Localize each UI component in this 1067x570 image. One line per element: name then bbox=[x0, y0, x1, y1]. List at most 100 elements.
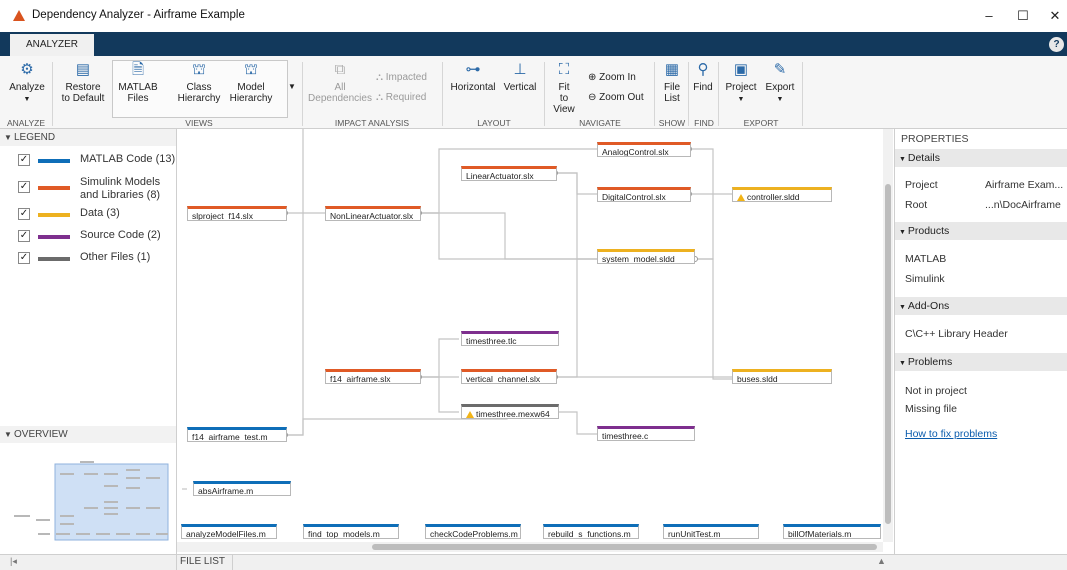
node-controller-sldd[interactable]: controller.sldd bbox=[732, 187, 832, 202]
views-dropdown-icon[interactable]: ▼ bbox=[288, 82, 296, 91]
tab-analyzer[interactable]: ANALYZER bbox=[10, 34, 94, 56]
products-section-header[interactable]: ▼ Products bbox=[895, 222, 1067, 240]
collapse-icon: ▼ bbox=[899, 304, 908, 311]
group-views: VIEWS bbox=[185, 118, 213, 128]
node-check-code-problems[interactable]: checkCodeProblems.m bbox=[425, 524, 521, 539]
legend-header[interactable]: ▼ LEGEND bbox=[0, 129, 176, 146]
node-find-top-models[interactable]: find_top_models.m bbox=[303, 524, 399, 539]
file-list-icon: ▦ bbox=[664, 61, 680, 78]
dependency-graph-canvas[interactable]: slproject_f14.slx NonLinearActuator.slx … bbox=[177, 129, 893, 554]
collapse-icon: ▼ bbox=[899, 156, 908, 163]
project-export-button[interactable]: ▣ Project ▼ bbox=[722, 62, 760, 105]
node-run-unit-test[interactable]: runUnitTest.m bbox=[663, 524, 759, 539]
root-key: Root bbox=[905, 199, 928, 211]
node-rebuild-s-functions[interactable]: rebuild_s_functions.m bbox=[543, 524, 639, 539]
horizontal-scrollbar[interactable] bbox=[177, 542, 883, 552]
problems-section-header[interactable]: ▼ Problems bbox=[895, 353, 1067, 371]
zoom-in-button[interactable]: ⊕ Zoom In bbox=[588, 72, 648, 83]
alldep-label-2: Dependencies bbox=[308, 93, 372, 104]
node-timesthree-c[interactable]: timesthree.c bbox=[597, 426, 695, 441]
vertical-label: Vertical bbox=[503, 82, 537, 93]
group-export: EXPORT bbox=[743, 118, 779, 128]
warning-icon bbox=[466, 411, 474, 418]
horizontal-label: Horizontal bbox=[450, 82, 496, 93]
vertical-scroll-thumb[interactable] bbox=[885, 184, 891, 524]
model-label-1: Model bbox=[237, 82, 265, 93]
analyze-button[interactable]: ⚙ Analyze ▼ bbox=[8, 62, 46, 105]
ribbon-tab-strip bbox=[0, 32, 1067, 56]
class-label-2: Hierarchy bbox=[177, 93, 221, 104]
project-value: Airframe Exam... bbox=[985, 179, 1064, 191]
bottom-bar: |◂ FILE LIST ▲ bbox=[0, 554, 1067, 570]
product-matlab: MATLAB bbox=[905, 253, 947, 265]
zoom-out-button[interactable]: ⊖ Zoom Out bbox=[588, 92, 650, 103]
filelist-label-1: File bbox=[663, 82, 681, 93]
checkbox-other[interactable]: ✓ bbox=[18, 252, 30, 264]
export-button[interactable]: ✎ Export ▼ bbox=[762, 62, 798, 105]
window-title: Dependency Analyzer - Airframe Example bbox=[32, 9, 245, 21]
vertical-layout-button[interactable]: ⊥ Vertical bbox=[500, 61, 540, 94]
node-analyze-model-files[interactable]: analyzeModelFiles.m bbox=[181, 524, 277, 539]
node-nonlinear-actuator[interactable]: NonLinearActuator.slx bbox=[325, 206, 421, 221]
collapse-icon: ▼ bbox=[899, 229, 908, 236]
vertical-layout-icon: ⊥ bbox=[513, 61, 527, 78]
warning-icon bbox=[737, 194, 745, 201]
checkbox-matlab[interactable]: ✓ bbox=[18, 154, 30, 166]
left-collapse-icon[interactable]: |◂ bbox=[10, 556, 17, 567]
fit-to-view-button[interactable]: ⛶ Fit to View bbox=[548, 62, 580, 116]
project-key: Project bbox=[905, 179, 938, 191]
required-button[interactable]: ⛬ Required bbox=[376, 92, 438, 103]
node-digital-control[interactable]: DigitalControl.slx bbox=[597, 187, 691, 202]
restore-label-2: to Default bbox=[61, 93, 105, 104]
overview-minimap[interactable] bbox=[0, 444, 176, 552]
node-buses-sldd[interactable]: buses.sldd bbox=[732, 369, 832, 384]
close-button[interactable]: ✕ bbox=[1038, 4, 1067, 28]
details-section-header[interactable]: ▼ Details bbox=[895, 149, 1067, 167]
all-dependencies-button[interactable]: ⧉ All Dependencies bbox=[308, 61, 372, 105]
collapse-icon: ▼ bbox=[899, 360, 908, 367]
expand-up-icon[interactable]: ▲ bbox=[877, 556, 886, 566]
all-dependencies-icon: ⧉ bbox=[334, 61, 346, 78]
how-to-fix-link[interactable]: How to fix problems bbox=[905, 428, 997, 440]
node-bill-of-materials[interactable]: billOfMaterials.m bbox=[783, 524, 881, 539]
collapse-icon: ▼ bbox=[4, 133, 12, 142]
node-slproject[interactable]: slproject_f14.slx bbox=[187, 206, 287, 221]
class-hierarchy-button[interactable]: ⛫ Class Hierarchy bbox=[176, 62, 222, 105]
vertical-scrollbar[interactable] bbox=[883, 129, 893, 542]
zoom-out-icon: ⊖ bbox=[588, 92, 600, 103]
node-f14-airframe-test[interactable]: f14_airframe_test.m bbox=[187, 427, 287, 442]
help-icon[interactable]: ? bbox=[1049, 37, 1064, 52]
file-list-tab[interactable]: FILE LIST bbox=[180, 556, 225, 567]
matlab-files-button[interactable]: 🗎 MATLAB Files bbox=[118, 62, 158, 105]
node-system-model[interactable]: system_model.sldd bbox=[597, 249, 695, 264]
group-show: SHOW bbox=[658, 118, 686, 128]
file-list-button[interactable]: ▦ File List bbox=[658, 61, 686, 105]
properties-panel: PROPERTIES ▼ Details Project Airframe Ex… bbox=[894, 129, 1067, 554]
impacted-button[interactable]: ⛬ Impacted bbox=[376, 72, 438, 83]
node-f14-airframe[interactable]: f14_airframe.slx bbox=[325, 369, 421, 384]
node-timesthree-mexw64[interactable]: timesthree.mexw64 bbox=[461, 404, 559, 419]
find-button[interactable]: ⚲ Find bbox=[690, 62, 716, 94]
addons-section-header[interactable]: ▼ Add-Ons bbox=[895, 297, 1067, 315]
minimize-button[interactable]: – bbox=[972, 4, 1006, 28]
node-timesthree-tlc[interactable]: timesthree.tlc bbox=[461, 331, 559, 346]
checkbox-source[interactable]: ✓ bbox=[18, 230, 30, 242]
fit-label-1: Fit bbox=[558, 82, 570, 93]
checkbox-simulink[interactable]: ✓ bbox=[18, 181, 30, 193]
horizontal-scroll-thumb[interactable] bbox=[372, 544, 877, 550]
horizontal-layout-button[interactable]: ⊶ Horizontal bbox=[448, 62, 498, 94]
node-vertical-channel[interactable]: vertical_channel.slx bbox=[461, 369, 557, 384]
node-abs-airframe[interactable]: absAirframe.m bbox=[193, 481, 291, 496]
overview-header[interactable]: ▼ OVERVIEW bbox=[0, 426, 176, 443]
analyze-label: Analyze bbox=[9, 82, 45, 93]
model-hierarchy-button[interactable]: ⛫ Model Hierarchy bbox=[228, 62, 274, 105]
checkbox-data[interactable]: ✓ bbox=[18, 208, 30, 220]
restore-label-1: Restore bbox=[65, 82, 101, 93]
product-simulink: Simulink bbox=[905, 273, 945, 285]
restore-to-default-button[interactable]: ▤ Restore to Default bbox=[58, 62, 108, 105]
swatch-data bbox=[38, 213, 70, 217]
maximize-button[interactable]: ☐ bbox=[1006, 4, 1040, 28]
class-label-1: Class bbox=[186, 82, 212, 93]
node-analog-control[interactable]: AnalogControl.slx bbox=[597, 142, 691, 157]
node-linear-actuator[interactable]: LinearActuator.slx bbox=[461, 166, 557, 181]
